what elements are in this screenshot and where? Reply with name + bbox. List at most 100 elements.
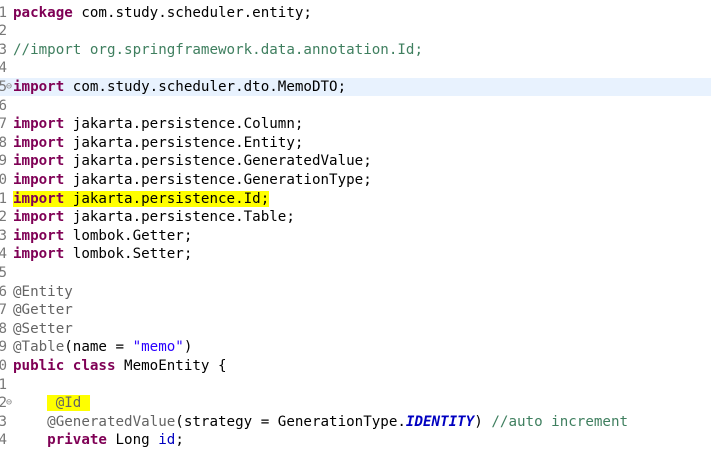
code-line[interactable]: 7 import jakarta.persistence.Column; — [0, 115, 711, 134]
code-text: @Setter — [13, 320, 73, 339]
code-line[interactable]: 9 @Table(name = "memo") — [0, 338, 711, 357]
code-token: import — [13, 116, 65, 133]
code-text: @Getter — [13, 301, 73, 320]
code-token: ; — [175, 432, 184, 449]
code-token: @Id — [47, 395, 90, 412]
code-line[interactable]: 0 public class MemoEntity { — [0, 357, 711, 376]
line-number-text: 4 — [0, 246, 7, 263]
line-number-text: 5 — [0, 264, 7, 281]
line-number: 0 — [0, 171, 8, 190]
code-token: //import org.springframework.data.annota… — [13, 41, 423, 58]
code-token: @Getter — [13, 302, 73, 319]
code-line[interactable]: 2 — [0, 22, 711, 41]
code-token: public — [13, 357, 65, 374]
code-text: import com.study.scheduler.dto.MemoDTO; — [13, 78, 346, 97]
line-number-text: 1 — [0, 376, 7, 393]
code-line[interactable]: 0 import jakarta.persistence.GenerationTy… — [0, 171, 711, 190]
line-number: 3 — [0, 413, 8, 432]
code-token: (strategy = GenerationType. — [175, 413, 406, 430]
code-line[interactable]: 6 @Entity — [0, 283, 711, 302]
code-line[interactable]: 5 ⊖ import com.study.scheduler.dto.MemoDTO… — [0, 77, 711, 97]
code-line[interactable]: 8 @Setter — [0, 320, 711, 339]
code-token: jakarta.persistence.Id; — [64, 190, 270, 207]
line-number: 3 — [0, 41, 8, 60]
code-text: //import org.springframework.data.annota… — [13, 41, 423, 60]
code-line[interactable]: 2 ⊖ @Id — [0, 394, 711, 413]
line-number-text: 0 — [0, 357, 7, 374]
line-number-text: 0 — [0, 171, 7, 188]
line-number-text: 4 — [0, 60, 7, 77]
line-number-text: 8 — [0, 320, 7, 337]
line-number: 6 — [0, 97, 8, 116]
line-number: 5 — [0, 264, 8, 283]
code-text: import jakarta.persistence.GeneratedValu… — [13, 152, 372, 171]
fold-toggle-icon[interactable]: ⊖ — [6, 394, 12, 413]
code-token: com.study.scheduler.dto.MemoDTO; — [64, 78, 347, 95]
code-token: "memo" — [132, 339, 184, 356]
line-number: 4 — [0, 431, 8, 450]
code-line[interactable]: 4 private Long id; — [0, 431, 711, 450]
code-line[interactable]: 5 — [0, 264, 711, 283]
code-line[interactable]: 3 @GeneratedValue(strategy = GenerationT… — [0, 413, 711, 432]
line-number-text: 9 — [0, 153, 7, 170]
code-token: lombok.Getter; — [64, 227, 193, 244]
code-text: private Long id; — [13, 431, 184, 450]
code-token: MemoEntity { — [115, 357, 227, 374]
code-line[interactable]: 4 import lombok.Setter; — [0, 245, 711, 264]
code-line[interactable]: 7 @Getter — [0, 301, 711, 320]
code-text: import jakarta.persistence.Id; — [13, 190, 270, 209]
line-number: 8 — [0, 134, 8, 153]
line-number: 4 — [0, 245, 8, 264]
line-number: 7 — [0, 301, 8, 320]
code-text: @Entity — [13, 283, 73, 302]
code-text: import lombok.Setter; — [13, 245, 192, 264]
code-line[interactable]: 9 import jakarta.persistence.GeneratedVal… — [0, 152, 711, 171]
code-line[interactable]: 4 — [0, 59, 711, 78]
code-token: ) — [474, 413, 492, 430]
line-number: 8 — [0, 320, 8, 339]
code-text: import jakarta.persistence.GenerationTyp… — [13, 171, 372, 190]
code-line[interactable]: 3 //import org.springframework.data.annot… — [0, 41, 711, 60]
code-token: @GeneratedValue — [47, 413, 176, 430]
code-token: com.study.scheduler.entity; — [72, 4, 312, 21]
line-number: 2 — [0, 208, 8, 227]
code-token: import — [13, 171, 65, 188]
code-text: import jakarta.persistence.Table; — [13, 208, 295, 227]
code-token: @Entity — [13, 283, 73, 300]
code-token: jakarta.persistence.GeneratedValue; — [64, 153, 372, 170]
code-line[interactable]: 2 import jakarta.persistence.Table; — [0, 208, 711, 227]
line-number: 1 — [0, 190, 8, 209]
line-number: 0 — [0, 357, 8, 376]
line-number-text: 7 — [0, 302, 7, 319]
code-token: id — [158, 432, 176, 449]
code-line[interactable]: 1 package com.study.scheduler.entity; — [0, 4, 711, 23]
line-number: 1 — [0, 376, 8, 395]
code-line[interactable]: 6 — [0, 97, 711, 116]
code-token: //auto increment — [491, 413, 629, 430]
line-number: 3 — [0, 227, 8, 246]
code-token: jakarta.persistence.GenerationType; — [64, 171, 372, 188]
line-number-text: 6 — [0, 283, 7, 300]
code-editor[interactable]: 1 package com.study.scheduler.entity; 2 3//… — [0, 0, 711, 460]
code-text: import jakarta.persistence.Column; — [13, 115, 303, 134]
line-number-text: 6 — [0, 97, 7, 114]
fold-toggle-icon[interactable]: ⊖ — [6, 78, 12, 97]
line-number-text: 1 — [0, 190, 7, 207]
line-number: 6 — [0, 283, 8, 302]
code-line[interactable]: 1 — [0, 376, 711, 395]
code-token: jakarta.persistence.Entity; — [64, 134, 304, 151]
line-number-text: 8 — [0, 134, 7, 151]
code-line[interactable]: 8 import jakarta.persistence.Entity; — [0, 134, 711, 153]
code-token: import — [13, 246, 65, 263]
code-text: import lombok.Getter; — [13, 227, 192, 246]
code-line[interactable]: 3 import lombok.Getter; — [0, 227, 711, 246]
code-text: @Table(name = "memo") — [13, 338, 192, 357]
code-token: jakarta.persistence.Column; — [64, 116, 304, 133]
line-number: 7 — [0, 115, 8, 134]
code-token: import — [13, 190, 65, 207]
code-line[interactable]: 1 import jakarta.persistence.Id; — [0, 190, 711, 209]
line-number-text: 3 — [0, 41, 7, 58]
code-token: private — [47, 432, 107, 449]
